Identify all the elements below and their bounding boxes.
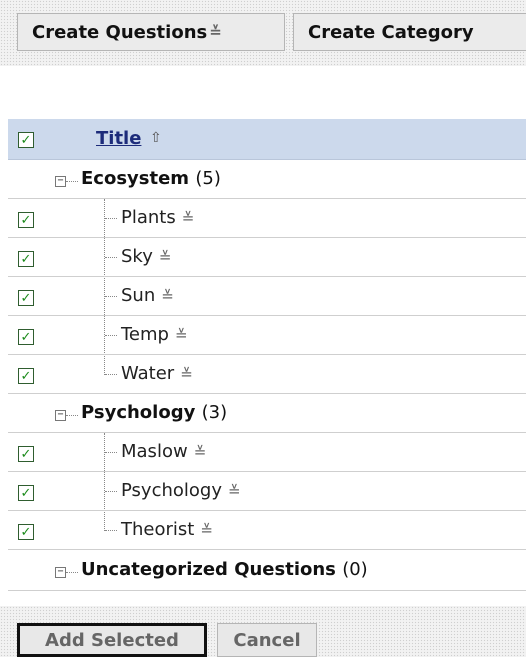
- dropdown-menu-icon[interactable]: ≚: [159, 248, 172, 266]
- question-label[interactable]: Sky ≚: [121, 246, 171, 267]
- question-checkbox[interactable]: ✓: [18, 329, 34, 345]
- checkbox-checked-icon: ✓: [20, 290, 32, 306]
- dropdown-menu-icon[interactable]: ≚: [228, 482, 241, 500]
- cancel-button[interactable]: Cancel: [217, 623, 317, 657]
- dropdown-menu-icon[interactable]: ≚: [175, 326, 188, 344]
- question-label[interactable]: Psychology ≚: [121, 480, 241, 501]
- create-questions-label: Create Questions: [32, 21, 208, 43]
- sort-ascending-icon[interactable]: ⇧: [150, 130, 162, 146]
- create-category-label: Create Category: [308, 21, 474, 43]
- create-category-button[interactable]: Create Category: [293, 13, 526, 51]
- question-label[interactable]: Water ≚: [121, 363, 193, 384]
- checkbox-checked-icon: ✓: [20, 446, 32, 462]
- question-label[interactable]: Sun ≚: [121, 285, 174, 306]
- category-name: Uncategorized Questions (0): [81, 559, 368, 580]
- question-checkbox[interactable]: ✓: [18, 524, 34, 540]
- list-item: ✓ Theorist ≚: [8, 511, 526, 550]
- question-checkbox[interactable]: ✓: [18, 368, 34, 384]
- question-label[interactable]: Plants ≚: [121, 207, 194, 228]
- checkbox-checked-icon: ✓: [20, 251, 32, 267]
- create-questions-button[interactable]: Create Questions ≚: [17, 13, 285, 51]
- checkbox-checked-icon: ✓: [20, 368, 32, 384]
- toolbar: Create Questions ≚ Create Category: [0, 0, 526, 66]
- table-header-row: ✓ Title ⇧: [8, 119, 526, 160]
- list-item: ✓ Sun ≚: [8, 277, 526, 316]
- list-item: ✓ Temp ≚: [8, 316, 526, 355]
- title-sort-link[interactable]: Title: [96, 128, 141, 149]
- checkbox-checked-icon: ✓: [20, 524, 32, 540]
- question-checkbox[interactable]: ✓: [18, 290, 34, 306]
- add-selected-button[interactable]: Add Selected: [17, 623, 207, 657]
- list-item: ✓ Maslow ≚: [8, 433, 526, 472]
- question-label[interactable]: Maslow ≚: [121, 441, 206, 462]
- dropdown-menu-icon[interactable]: ≚: [180, 365, 193, 383]
- add-selected-label: Add Selected: [45, 629, 179, 651]
- dropdown-menu-icon[interactable]: ≚: [161, 287, 174, 305]
- dropdown-menu-icon[interactable]: ≚: [200, 521, 213, 539]
- question-label[interactable]: Temp ≚: [121, 324, 188, 345]
- select-all-checkbox[interactable]: ✓: [18, 132, 34, 148]
- list-item: ✓ Plants ≚: [8, 199, 526, 238]
- question-checkbox[interactable]: ✓: [18, 212, 34, 228]
- question-checkbox[interactable]: ✓: [18, 251, 34, 267]
- tree-collapse-icon[interactable]: −: [55, 410, 66, 421]
- question-checkbox[interactable]: ✓: [18, 446, 34, 462]
- question-label[interactable]: Theorist ≚: [121, 519, 213, 540]
- cancel-label: Cancel: [233, 629, 301, 651]
- list-item: ✓ Psychology ≚: [8, 472, 526, 511]
- dropdown-menu-icon: ≚: [209, 22, 222, 41]
- checkbox-checked-icon: ✓: [20, 212, 32, 228]
- list-item: ✓ Water ≚: [8, 355, 526, 394]
- tree-collapse-icon[interactable]: −: [55, 176, 66, 187]
- category-name: Ecosystem (5): [81, 168, 221, 189]
- footer-bar: Add Selected Cancel: [0, 606, 526, 657]
- tree-collapse-icon[interactable]: −: [55, 567, 66, 578]
- dropdown-menu-icon[interactable]: ≚: [182, 209, 195, 227]
- category-row-uncategorized: − Uncategorized Questions (0): [8, 550, 526, 591]
- checkbox-checked-icon: ✓: [20, 329, 32, 345]
- category-row-ecosystem: − Ecosystem (5): [8, 160, 526, 199]
- checkbox-checked-icon: ✓: [20, 485, 32, 501]
- question-checkbox[interactable]: ✓: [18, 485, 34, 501]
- list-item: ✓ Sky ≚: [8, 238, 526, 277]
- checkbox-checked-icon: ✓: [20, 132, 32, 148]
- category-row-psychology: − Psychology (3): [8, 394, 526, 433]
- category-name: Psychology (3): [81, 402, 228, 423]
- dropdown-menu-icon[interactable]: ≚: [194, 443, 207, 461]
